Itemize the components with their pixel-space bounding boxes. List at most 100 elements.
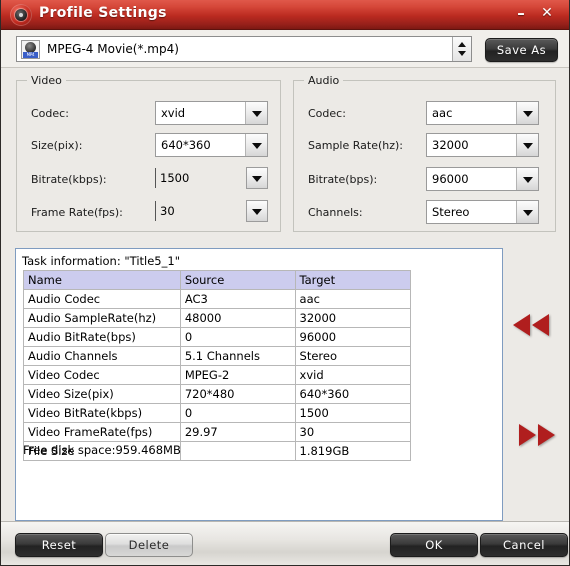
- window-title: Profile Settings: [39, 5, 167, 21]
- column-header-target: Target: [294, 270, 412, 290]
- table-row[interactable]: Audio Channels 5.1 Channels Stereo: [23, 346, 412, 366]
- audio-bitrate-label: Bitrate(bps):: [308, 173, 378, 186]
- cell-target: 1500: [294, 403, 412, 423]
- cancel-button[interactable]: Cancel: [480, 533, 568, 557]
- chevron-down-icon[interactable]: [516, 168, 538, 190]
- table-header-row: Name Source Target: [23, 270, 412, 290]
- delete-button[interactable]: Delete: [105, 533, 193, 557]
- video-size-label: Size(pix):: [31, 139, 83, 152]
- table-row[interactable]: Audio Codec AC3 aac: [23, 289, 412, 309]
- cell-target: 30: [294, 422, 412, 442]
- app-disc-icon: [10, 4, 32, 26]
- cell-source: MPEG-2: [179, 365, 296, 385]
- audio-bitrate-value: 96000: [432, 172, 469, 186]
- audio-bitrate-combo[interactable]: 96000: [426, 167, 539, 191]
- cell-name: Video Codec: [23, 365, 181, 385]
- cell-name: Audio BitRate(bps): [23, 327, 181, 347]
- cell-target: xvid: [294, 365, 412, 385]
- table-row[interactable]: Video Size(pix) 720*480 640*360: [23, 384, 412, 404]
- profile-settings-window: Profile Settings – ✕ MPEG-4 Movie(*.mp4)…: [0, 0, 570, 566]
- task-information-title: Task information: "Title5_1": [22, 254, 180, 268]
- cell-source: 720*480: [179, 384, 296, 404]
- table-row[interactable]: Video Codec MPEG-2 xvid: [23, 365, 412, 385]
- cell-source: 0: [179, 403, 296, 423]
- profile-spinner[interactable]: [452, 37, 471, 61]
- audio-group-legend: Audio: [304, 74, 344, 87]
- cell-name: Audio Channels: [23, 346, 181, 366]
- profile-format-combo[interactable]: MPEG-4 Movie(*.mp4): [16, 36, 472, 62]
- task-information-table: Name Source Target Audio Codec AC3 aac A…: [23, 270, 412, 461]
- next-arrow-1: [519, 424, 536, 446]
- audio-channels-label: Channels:: [308, 206, 363, 219]
- save-as-button[interactable]: Save As: [485, 38, 558, 62]
- chevron-down-icon[interactable]: [246, 200, 268, 222]
- ok-button[interactable]: OK: [390, 533, 478, 557]
- video-bitrate-value[interactable]: 1500: [160, 171, 189, 185]
- cell-target: aac: [294, 289, 412, 309]
- video-framerate-label: Frame Rate(fps):: [31, 206, 123, 219]
- cell-source: 0: [179, 327, 296, 347]
- video-framerate-combo[interactable]: 30: [155, 200, 268, 224]
- table-row[interactable]: Video BitRate(kbps) 0 1500: [23, 403, 412, 423]
- cell-source: AC3: [179, 289, 296, 309]
- cell-name: Video FrameRate(fps): [23, 422, 181, 442]
- spinner-up-icon[interactable]: [458, 42, 466, 47]
- chevron-down-icon[interactable]: [516, 134, 538, 156]
- audio-channels-value: Stereo: [432, 205, 470, 219]
- audio-samplerate-value: 32000: [432, 138, 469, 152]
- next-arrow-2: [538, 424, 555, 446]
- chevron-down-icon[interactable]: [516, 102, 538, 124]
- table-row[interactable]: Video FrameRate(fps) 29.97 30: [23, 422, 412, 442]
- cell-target: 32000: [294, 308, 412, 328]
- cell-name: Audio Codec: [23, 289, 181, 309]
- spinner-down-icon[interactable]: [458, 51, 466, 56]
- video-size-combo[interactable]: 640*360: [155, 133, 268, 157]
- audio-samplerate-combo[interactable]: 32000: [426, 133, 539, 157]
- video-bitrate-label: Bitrate(kbps):: [31, 173, 107, 186]
- chevron-down-icon[interactable]: [516, 201, 538, 223]
- minimize-button[interactable]: –: [511, 4, 531, 22]
- table-row[interactable]: Audio SampleRate(hz) 48000 32000: [23, 308, 412, 328]
- cell-source: 5.1 Channels: [179, 346, 296, 366]
- column-header-source: Source: [179, 270, 296, 290]
- title-bar: Profile Settings – ✕: [1, 0, 569, 30]
- double-arrow-left-icon[interactable]: [513, 314, 557, 336]
- audio-codec-combo[interactable]: aac: [426, 101, 539, 125]
- table-row[interactable]: Audio BitRate(bps) 0 96000: [23, 327, 412, 347]
- mp4-file-icon: [21, 40, 40, 59]
- video-size-value: 640*360: [161, 138, 211, 152]
- column-header-name: Name: [23, 270, 181, 290]
- video-codec-label: Codec:: [31, 107, 69, 120]
- video-group: Video Codec: xvid Size(pix): 640*360 Bit…: [16, 74, 281, 232]
- prev-arrow-1: [513, 314, 530, 336]
- task-information-panel: Task information: "Title5_1" Name Source…: [15, 248, 503, 521]
- profile-format-value: MPEG-4 Movie(*.mp4): [47, 42, 179, 56]
- audio-samplerate-label: Sample Rate(hz):: [308, 139, 403, 152]
- chevron-down-icon[interactable]: [245, 134, 267, 156]
- video-codec-combo[interactable]: xvid: [155, 101, 268, 125]
- cell-source: [179, 441, 296, 461]
- prev-arrow-2: [532, 314, 549, 336]
- close-icon[interactable]: ✕: [537, 4, 557, 22]
- video-codec-value: xvid: [161, 106, 186, 120]
- cell-source: 48000: [179, 308, 296, 328]
- video-group-legend: Video: [27, 74, 66, 87]
- double-arrow-right-icon[interactable]: [513, 424, 557, 446]
- chevron-down-icon[interactable]: [246, 167, 268, 189]
- footer-bar: Reset Delete OK Cancel: [1, 521, 569, 565]
- audio-codec-label: Codec:: [308, 107, 346, 120]
- chevron-down-icon[interactable]: [245, 102, 267, 124]
- audio-channels-combo[interactable]: Stereo: [426, 200, 539, 224]
- cell-name: Video Size(pix): [23, 384, 181, 404]
- audio-codec-value: aac: [432, 106, 453, 120]
- video-bitrate-combo[interactable]: 1500: [155, 167, 268, 191]
- reset-button[interactable]: Reset: [15, 533, 103, 557]
- video-framerate-value[interactable]: 30: [160, 204, 175, 218]
- free-disk-space-label: Free disk space:959.468MB: [23, 443, 181, 457]
- cell-source: 29.97: [179, 422, 296, 442]
- cell-name: Audio SampleRate(hz): [23, 308, 181, 328]
- cell-name: Video BitRate(kbps): [23, 403, 181, 423]
- cell-target: 1.819GB: [294, 441, 412, 461]
- cell-target: Stereo: [294, 346, 412, 366]
- cell-target: 96000: [294, 327, 412, 347]
